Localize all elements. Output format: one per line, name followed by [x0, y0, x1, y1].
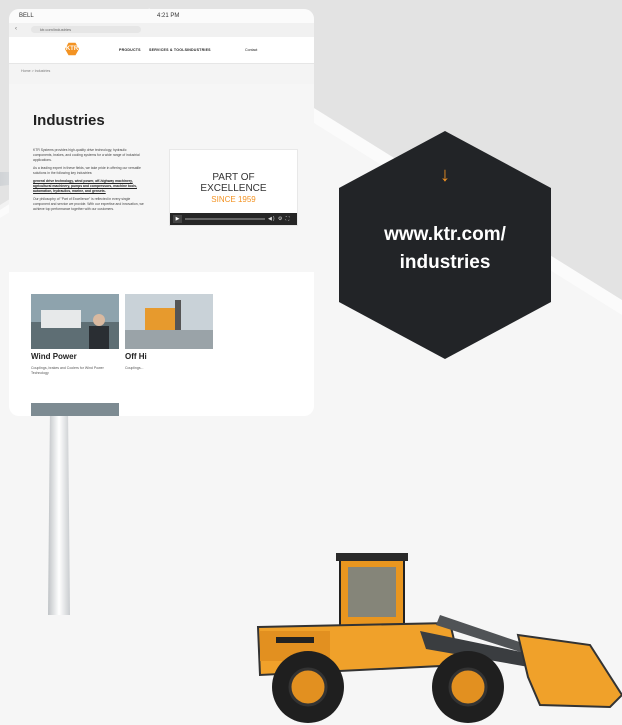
card-text-off-highway: Couplings...: [125, 366, 144, 370]
tablet-screen: BELL 4:21 PM ‹ ktr.com/industries KTR PR…: [9, 9, 314, 416]
play-icon[interactable]: ▶: [173, 215, 182, 223]
next-card-image: [31, 403, 119, 416]
nav-item-services-tools[interactable]: SERVICES & TOOLS: [149, 48, 187, 52]
industry-cards-section: Wind Power Couplings, brakes and Coolers…: [9, 272, 314, 416]
intro-text: KTR Systems provides high-quality drive …: [33, 148, 145, 215]
intro-paragraph-1: KTR Systems provides high-quality drive …: [33, 148, 140, 162]
nav-item-contact[interactable]: Contact: [245, 48, 257, 52]
tablet-device: BELL 4:21 PM ‹ ktr.com/industries KTR PR…: [0, 0, 323, 425]
marketing-visual: BELL 4:21 PM ‹ ktr.com/industries KTR PR…: [0, 0, 622, 725]
industry-links[interactable]: general drive technology, wind power, of…: [33, 179, 145, 194]
video-player[interactable]: PART OF EXCELLENCE SINCE 1959 ▶ ◀) ⚙ ⛶: [170, 150, 297, 225]
off-highway-card-image[interactable]: [125, 294, 213, 349]
video-controls: ▶ ◀) ⚙ ⛶: [170, 213, 297, 225]
video-title-line-3: SINCE 1959: [211, 195, 256, 204]
video-control-icons[interactable]: ◀) ⚙ ⛶: [268, 216, 290, 222]
intro-paragraph-3: Our philosophy of "Part of Excellence" i…: [33, 197, 144, 211]
carrier-label: BELL: [19, 13, 34, 19]
wheel-loader-image: [256, 553, 622, 723]
ktr-logo[interactable]: KTR: [65, 42, 79, 56]
page-title: Industries: [33, 112, 105, 129]
intro-paragraph-2: As a leading expert in these fields, we …: [33, 166, 141, 175]
badge-url-line-2: industries: [399, 252, 491, 273]
address-text: ktr.com/industries: [40, 27, 72, 32]
status-bar: BELL 4:21 PM: [9, 9, 314, 23]
address-field[interactable]: ktr.com/industries: [31, 26, 141, 33]
back-icon[interactable]: ‹: [15, 26, 17, 32]
clock-label: 4:21 PM: [157, 13, 180, 19]
nav-item-industries[interactable]: INDUSTRIES: [187, 48, 211, 52]
video-progress-bar[interactable]: [185, 218, 265, 220]
site-header: KTR PRODUCTS SERVICES & TOOLS INDUSTRIES…: [9, 37, 314, 64]
video-title-line-1: PART OF: [212, 172, 255, 183]
browser-url-bar[interactable]: ‹ ktr.com/industries: [9, 23, 314, 38]
card-text-wind-power: Couplings, brakes and Coolers for Wind P…: [31, 366, 104, 375]
video-title-line-2: EXCELLENCE: [200, 183, 267, 194]
card-title-off-highway[interactable]: Off Hi: [125, 352, 147, 361]
card-title-wind-power[interactable]: Wind Power: [31, 352, 77, 361]
breadcrumb[interactable]: Home > Industries: [21, 69, 50, 73]
badge-url-line-1: www.ktr.com/: [384, 224, 506, 245]
wind-power-card-image[interactable]: [31, 294, 119, 349]
nav-item-products[interactable]: PRODUCTS: [119, 48, 141, 52]
